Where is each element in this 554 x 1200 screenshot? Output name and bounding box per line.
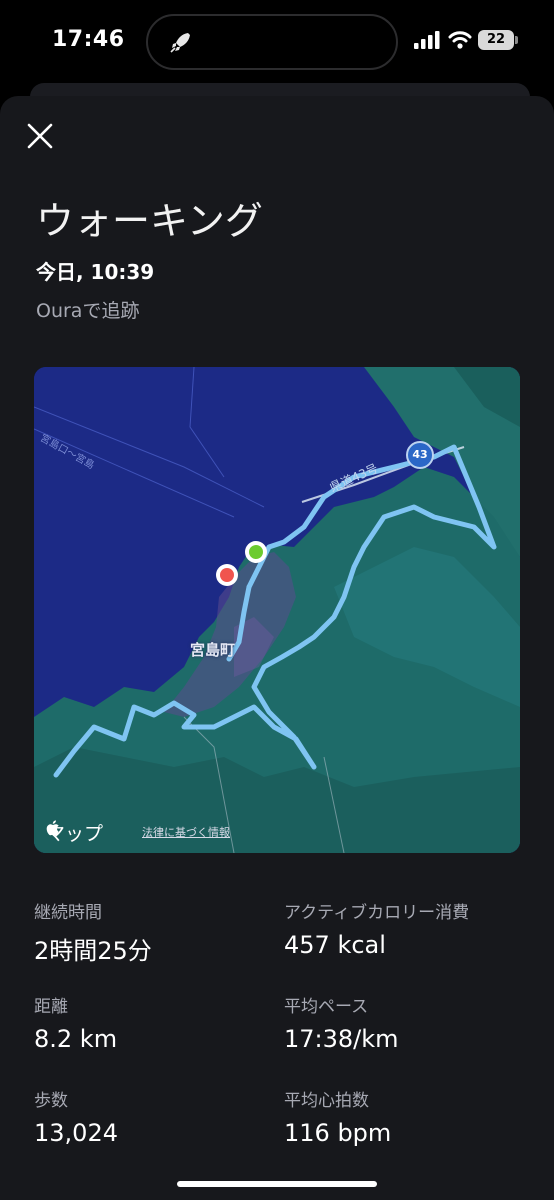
home-indicator[interactable] [177,1181,377,1187]
stat-label: 継続時間 [34,903,102,923]
stat-value: 13,024 [34,1119,118,1147]
route-map[interactable]: 宮島口～宮島 県道43号 43 宮島町 マップ 法律に基づく情報 [34,367,520,853]
stat-label: 距離 [34,997,68,1017]
tracking-source: Ouraで追跡 [36,300,140,322]
stat-value: 116 bpm [284,1119,392,1147]
rocket-icon [170,33,190,53]
town-label: 宮島町 [190,641,236,659]
cellular-signal-icon [414,31,440,49]
stat-label: アクティブカロリー消費 [284,903,470,923]
apple-logo-icon [46,820,59,836]
stat-label: 平均心拍数 [284,1091,369,1111]
stat-value: 2時間25分 [34,937,152,965]
maps-logo: マップ [46,819,103,846]
battery-cap [515,36,518,44]
wifi-icon [448,31,472,49]
dynamic-island[interactable] [146,14,398,70]
battery-indicator: 22 [478,30,514,50]
stat-active-calories: アクティブカロリー消費 457 kcal [284,898,469,959]
stat-label: 平均ペース [284,997,369,1017]
stat-duration: 継続時間 2時間25分 [34,898,152,966]
stat-value: 8.2 km [34,1025,118,1053]
stat-value: 17:38/km [284,1025,399,1053]
workout-datetime: 今日, 10:39 [36,260,155,284]
route-shield: 43 [406,441,434,469]
status-bar: 17:46 22 [0,0,554,84]
stat-steps: 歩数 13,024 [34,1086,118,1147]
stat-value: 457 kcal [284,931,386,959]
stat-average-heart-rate: 平均心拍数 116 bpm [284,1086,391,1147]
map-canvas [34,367,520,853]
stat-distance: 距離 8.2 km [34,992,117,1053]
stat-average-pace: 平均ペース 17:38/km [284,992,399,1053]
stat-label: 歩数 [34,1091,68,1111]
status-time: 17:46 [52,27,125,52]
close-button[interactable] [24,120,56,152]
workout-title: ウォーキング [36,199,263,243]
close-icon [27,123,53,149]
legal-info-link[interactable]: 法律に基づく情報 [142,824,230,840]
